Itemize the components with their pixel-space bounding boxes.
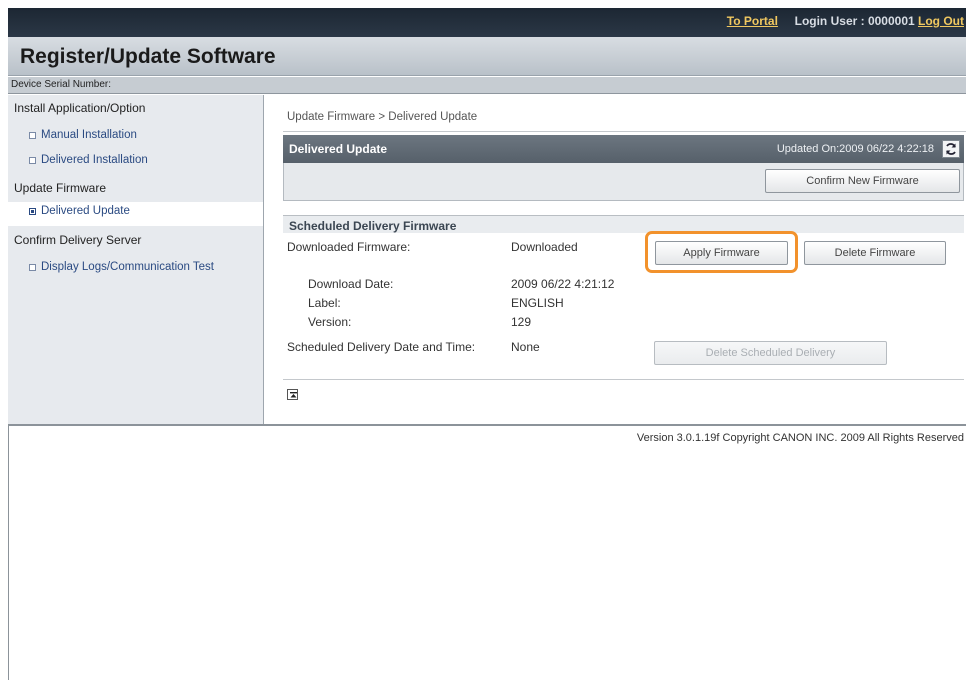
version-label: Version: [308, 315, 352, 329]
sidebar-group-confirm-delivery-server: Confirm Delivery Server [14, 233, 142, 247]
delete-firmware-button[interactable]: Delete Firmware [804, 241, 946, 265]
top-navigation-bar: To Portal Login User : 0000001 Log Out [8, 8, 966, 37]
top-margin [0, 0, 966, 8]
scheduled-delivery-header: Scheduled Delivery Firmware [283, 215, 964, 233]
scheduled-delivery-date-label: Scheduled Delivery Date and Time: [287, 340, 476, 354]
device-serial-bar: Device Serial Number: [8, 77, 966, 94]
page-left-border [8, 426, 9, 680]
updated-on-text: Updated On:2009 06/22 4:22:18 [776, 143, 934, 155]
sidebar-item-label: Delivered Update [41, 205, 130, 217]
version-value: 129 [511, 315, 532, 329]
square-bullet-icon [29, 157, 36, 164]
page-title: Register/Update Software [20, 45, 276, 68]
scheduled-delivery-date-value: None [511, 340, 540, 354]
delete-scheduled-delivery-button[interactable]: Delete Scheduled Delivery [654, 341, 887, 365]
download-date-label: Download Date: [308, 277, 394, 291]
square-bullet-icon [29, 264, 36, 271]
copyright-footer: Version 3.0.1.19f Copyright CANON INC. 2… [636, 432, 964, 444]
label-value: ENGLISH [511, 296, 564, 310]
label-label: Label: [308, 296, 341, 310]
confirm-new-firmware-button[interactable]: Confirm New Firmware [765, 169, 960, 193]
logout-link[interactable]: Log Out [918, 14, 964, 28]
footer-divider [8, 424, 966, 426]
square-bullet-icon [29, 132, 36, 139]
delivered-update-panel-header: Delivered Update Updated On:2009 06/22 4… [283, 135, 964, 163]
square-bullet-icon [29, 208, 36, 215]
to-portal-link[interactable]: To Portal [727, 14, 778, 28]
panel-title: Delivered Update [289, 142, 388, 156]
sidebar-item-label: Delivered Installation [41, 154, 148, 166]
refresh-icon[interactable] [942, 140, 960, 158]
sidebar: Install Application/Option Manual Instal… [8, 95, 264, 424]
sidebar-item-delivered-installation[interactable]: Delivered Installation [8, 151, 263, 175]
device-serial-label: Device Serial Number: [11, 79, 112, 90]
breadcrumb: Update Firmware > Delivered Update [287, 111, 478, 123]
sidebar-item-label: Manual Installation [41, 129, 137, 141]
user-links: To Portal Login User : 0000001 Log Out [727, 14, 964, 28]
bottom-divider [283, 379, 964, 380]
breadcrumb-divider [283, 131, 966, 132]
sidebar-item-delivered-update[interactable]: Delivered Update [8, 202, 263, 226]
login-user-text: Login User : 0000001 [794, 14, 915, 28]
sidebar-group-install: Install Application/Option [14, 101, 146, 115]
scheduled-delivery-title: Scheduled Delivery Firmware [289, 219, 457, 233]
downloaded-firmware-value: Downloaded [511, 240, 578, 254]
apply-firmware-highlight [645, 231, 798, 273]
downloaded-firmware-label: Downloaded Firmware: [287, 240, 411, 254]
delivered-update-panel-body: Confirm New Firmware [283, 163, 964, 201]
main-content: Update Firmware > Delivered Update Deliv… [265, 95, 966, 424]
sidebar-item-manual-installation[interactable]: Manual Installation [8, 126, 263, 150]
sidebar-item-label: Display Logs/Communication Test [41, 261, 215, 273]
download-date-value: 2009 06/22 4:21:12 [511, 277, 615, 291]
page-title-bar: Register/Update Software [8, 37, 966, 76]
sidebar-group-update-firmware: Update Firmware [14, 181, 107, 195]
to-top-icon[interactable] [287, 389, 298, 400]
sidebar-item-display-logs[interactable]: Display Logs/Communication Test [8, 258, 263, 282]
